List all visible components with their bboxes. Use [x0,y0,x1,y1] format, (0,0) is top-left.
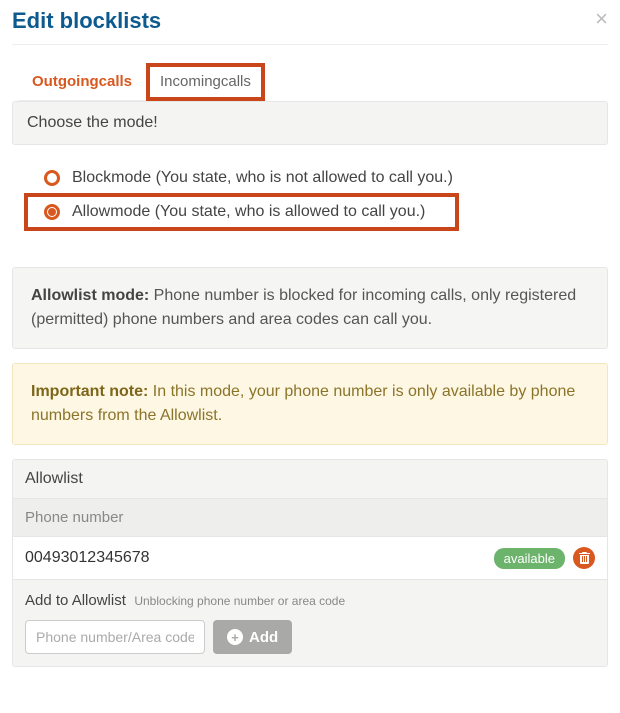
radio-allowmode[interactable]: Allowmode (You state, who is allowed to … [24,193,459,231]
phone-input[interactable] [25,620,205,654]
plus-icon: + [227,629,243,645]
close-icon[interactable]: × [595,8,608,30]
add-button-label: Add [249,629,278,646]
add-sublabel: Unblocking phone number or area code [134,594,345,608]
radio-blockmode-label: Blockmode (You state, who is not allowed… [72,169,453,187]
tab-outgoing[interactable]: Outgoingcalls [18,63,146,101]
dialog-title: Edit blocklists [12,8,161,34]
mode-radios: Blockmode (You state, who is not allowed… [12,145,608,239]
status-badge: available [494,548,565,569]
delete-button[interactable] [573,547,595,569]
allowlist-column-header: Phone number [13,499,607,537]
phone-number-cell: 00493012345678 [25,549,150,567]
tab-incoming[interactable]: Incomingcalls [146,63,265,101]
important-note: Important note: In this mode, your phone… [12,363,608,445]
dialog-header: Edit blocklists × [12,0,608,45]
add-label: Add to Allowlist [25,592,126,609]
allowlist-block: Allowlist Phone number 00493012345678 av… [12,459,608,667]
row-actions: available [494,547,595,569]
radio-icon [44,204,60,220]
radio-blockmode[interactable]: Blockmode (You state, who is not allowed… [36,163,608,193]
allowlist-title: Allowlist [13,460,607,499]
radio-allowmode-label: Allowmode (You state, who is allowed to … [72,203,425,221]
tabs: Outgoingcalls Incomingcalls [12,45,608,101]
trash-icon [579,552,590,564]
edit-blocklists-dialog: Edit blocklists × Outgoingcalls Incoming… [0,0,620,687]
info-lead: Allowlist mode: [31,287,149,304]
table-row: 00493012345678 available [13,537,607,580]
add-button[interactable]: + Add [213,620,292,654]
note-lead: Important note: [31,383,148,400]
radio-icon [44,170,60,186]
add-to-allowlist-section: Add to Allowlist Unblocking phone number… [13,580,607,666]
allowlist-mode-info: Allowlist mode: Phone number is blocked … [12,267,608,349]
mode-panel-heading: Choose the mode! [12,101,608,145]
